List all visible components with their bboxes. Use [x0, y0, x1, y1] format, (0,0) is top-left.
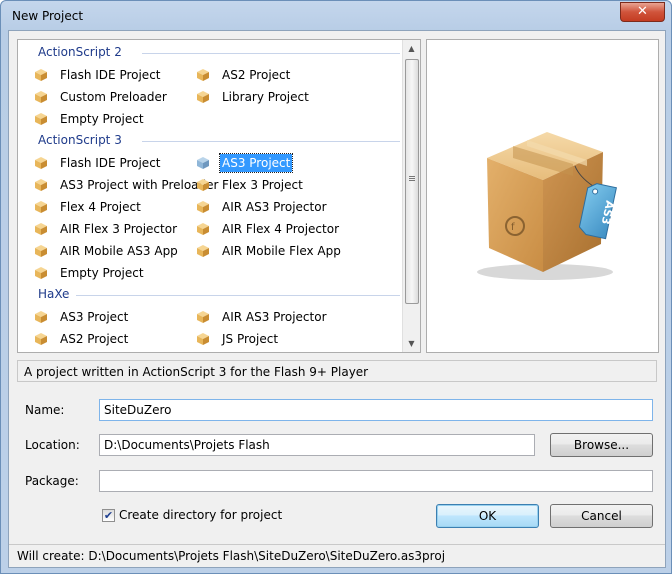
new-project-dialog: New Project ✕ ActionScript 2 Flash IDE Pr…: [0, 0, 672, 574]
group-divider: [142, 141, 400, 142]
group-divider: [76, 295, 400, 296]
template-item-label: Empty Project: [60, 266, 144, 280]
package-icon: [34, 332, 48, 346]
template-item-label: AIR Mobile AS3 App: [60, 244, 178, 258]
ok-button[interactable]: OK: [436, 504, 539, 528]
package-icon: [196, 68, 210, 82]
name-label: Name:: [25, 403, 65, 417]
package-icon: [34, 222, 48, 236]
package-icon: [196, 200, 210, 214]
template-item-label: Flash IDE Project: [60, 156, 161, 170]
svg-text:f: f: [511, 222, 515, 233]
template-description: A project written in ActionScript 3 for …: [17, 360, 657, 382]
package-icon: [196, 178, 210, 192]
window-title: New Project: [12, 9, 84, 23]
package-icon: [196, 332, 210, 346]
scroll-down-arrow-icon[interactable]: ▼: [403, 335, 420, 352]
group-divider: [142, 53, 400, 54]
package-icon: [196, 222, 210, 236]
package-icon: [34, 310, 48, 324]
package-icon: [196, 310, 210, 324]
template-item-label: Flash IDE Project: [60, 68, 161, 82]
scroll-grip-icon: [409, 176, 415, 177]
template-item-label: AIR AS3 Projector: [222, 200, 327, 214]
template-item-label: Empty Project: [60, 112, 144, 126]
close-button[interactable]: ✕: [620, 2, 665, 22]
package-icon: [34, 156, 48, 170]
status-bar: Will create: D:\Documents\Projets Flash\…: [9, 544, 665, 567]
template-item-label: Custom Preloader: [60, 90, 167, 104]
template-item-label: Library Project: [222, 90, 309, 104]
group-header: ActionScript 3: [38, 133, 122, 147]
package-label: Package:: [25, 474, 79, 488]
template-list-scrollbar[interactable]: ▲ ▼: [402, 40, 420, 352]
template-item-label: AS2 Project: [222, 68, 291, 82]
title-bar[interactable]: New Project ✕: [1, 1, 671, 31]
location-label: Location:: [25, 438, 80, 452]
package-icon: [34, 112, 48, 126]
scroll-thumb[interactable]: [405, 59, 419, 304]
checkmark-icon: ✔: [103, 509, 114, 522]
package-icon: [196, 244, 210, 258]
dialog-body: ActionScript 2 Flash IDE Project AS2 Proje…: [8, 30, 666, 568]
package-icon: [34, 90, 48, 104]
as3-package-box-icon: f AS3: [477, 132, 617, 280]
template-item-label: AS2 Project: [60, 332, 129, 346]
package-input[interactable]: [99, 470, 653, 492]
package-icon: [34, 266, 48, 280]
cancel-button[interactable]: Cancel: [550, 504, 653, 528]
template-item-label: AS3 Project: [60, 310, 129, 324]
project-name-input[interactable]: [99, 399, 653, 421]
location-input[interactable]: [99, 434, 535, 456]
template-list[interactable]: ActionScript 2 Flash IDE Project AS2 Proje…: [17, 39, 421, 353]
package-icon: [34, 68, 48, 82]
template-preview: f AS3: [426, 39, 659, 353]
close-icon: ✕: [637, 4, 648, 19]
template-item-label: AIR Mobile Flex App: [222, 244, 341, 258]
package-icon: [196, 90, 210, 104]
group-header: ActionScript 2: [38, 45, 122, 59]
package-icon: [34, 178, 48, 192]
template-item-label: Flex 3 Project: [222, 178, 303, 192]
template-item-label: AIR Flex 3 Projector: [60, 222, 178, 236]
create-directory-checkbox[interactable]: ✔: [102, 509, 115, 522]
package-icon: [196, 156, 210, 170]
group-header: HaXe: [38, 287, 70, 301]
package-icon: [34, 244, 48, 258]
create-directory-label[interactable]: Create directory for project: [119, 508, 282, 522]
template-item-label: AIR Flex 4 Projector: [222, 222, 340, 236]
browse-button[interactable]: Browse...: [550, 433, 653, 457]
template-item-label: Flex 4 Project: [60, 200, 141, 214]
scroll-up-arrow-icon[interactable]: ▲: [403, 40, 420, 57]
template-item-label: AS3 Project: [218, 153, 294, 173]
template-item-label: JS Project: [222, 332, 279, 346]
template-item-label: AIR AS3 Projector: [222, 310, 327, 324]
package-icon: [34, 200, 48, 214]
